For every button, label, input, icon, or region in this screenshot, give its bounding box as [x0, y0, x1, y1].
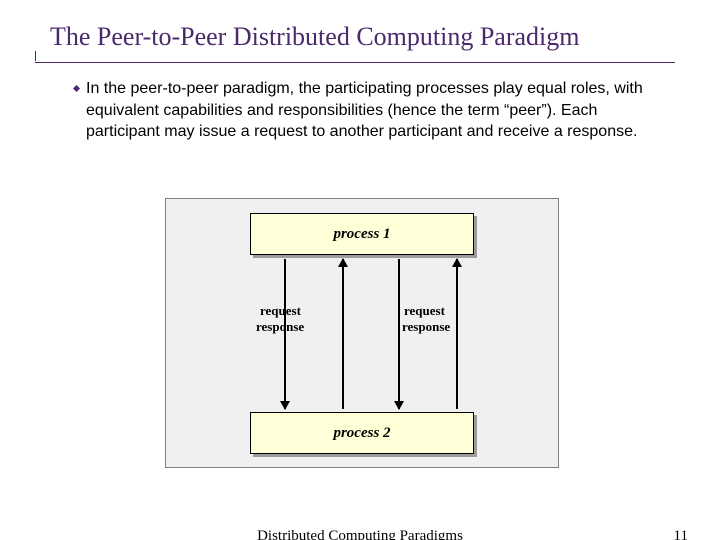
bullet-icon: [73, 85, 80, 92]
label-response-left: response: [256, 319, 304, 335]
arrow-response-left: [342, 259, 344, 409]
label-request-right: request: [404, 303, 445, 319]
label-request-left: request: [260, 303, 301, 319]
footer-center: Distributed Computing Paradigms: [0, 528, 720, 540]
body-text: In the peer-to-peer paradigm, the partic…: [86, 80, 643, 140]
title-rule: [35, 62, 675, 63]
title-wrap: The Peer-to-Peer Distributed Computing P…: [50, 22, 680, 52]
process-1-box: process 1: [250, 213, 474, 255]
process-2-box: process 2: [250, 412, 474, 454]
diagram: process 1 process 2 request response req…: [165, 198, 559, 468]
slide: The Peer-to-Peer Distributed Computing P…: [0, 0, 720, 540]
slide-title: The Peer-to-Peer Distributed Computing P…: [50, 22, 680, 52]
arrow-request-right: [398, 259, 400, 409]
arrow-response-right: [456, 259, 458, 409]
page-number: 11: [674, 528, 688, 540]
title-tick: [35, 51, 36, 61]
body-text-block: In the peer-to-peer paradigm, the partic…: [86, 78, 666, 143]
label-response-right: response: [402, 319, 450, 335]
